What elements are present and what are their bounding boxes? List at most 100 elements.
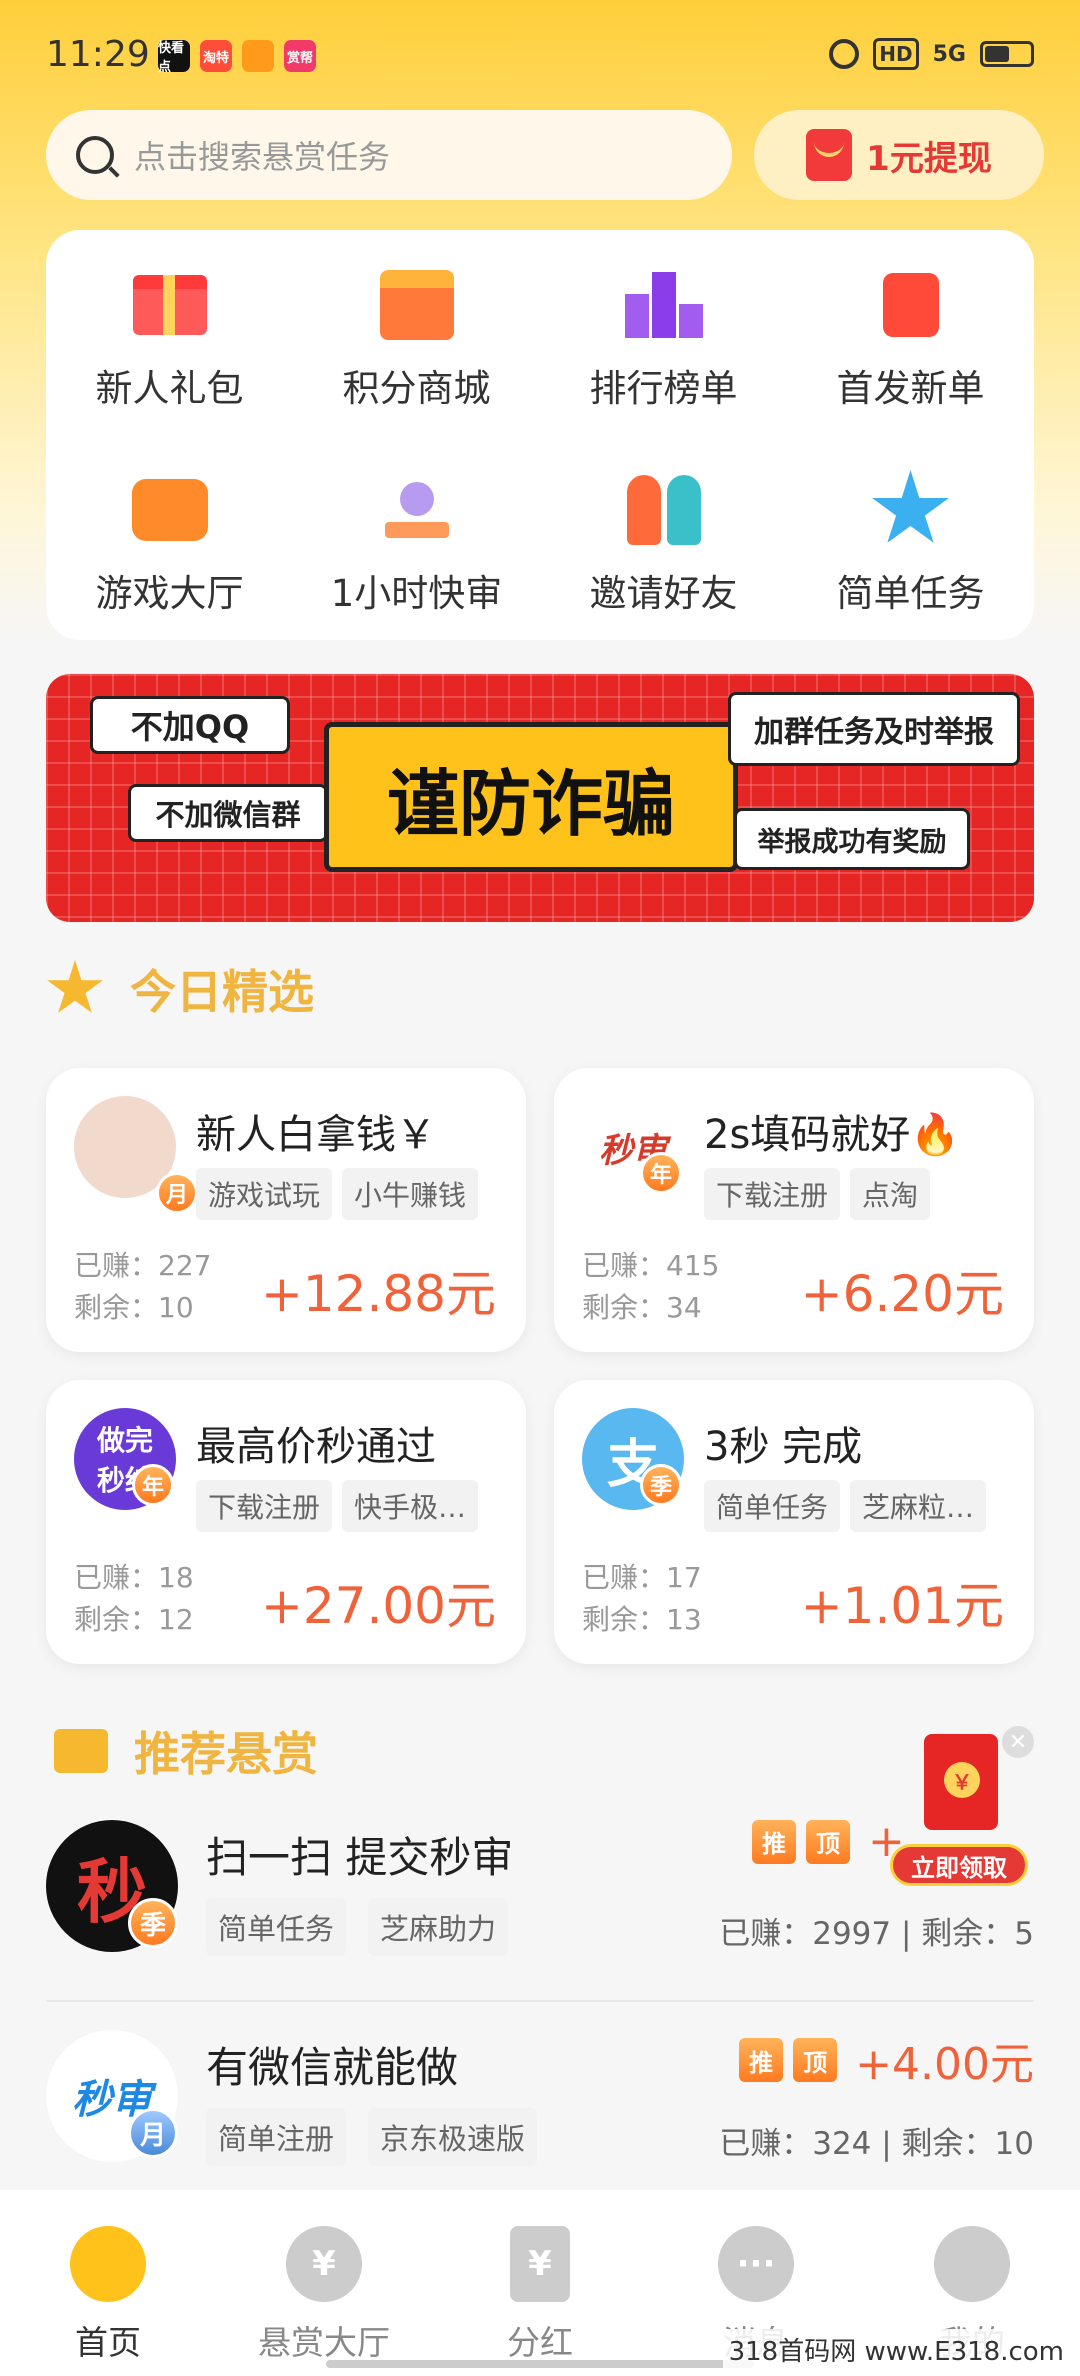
task-card[interactable]: 秒审 年 2s填码就好🔥 下载注册 点淘 已赚：415 剩余：34 +6.20元 [554, 1068, 1034, 1352]
star-icon [47, 960, 103, 1013]
row-stats: 已赚：324 | 剩余：10 [719, 2126, 1034, 2162]
nav-item-home[interactable]: 首页 [18, 2226, 198, 2376]
grid-label: 1小时快审 [330, 572, 503, 615]
grid-label: 简单任务 [836, 572, 985, 615]
podium-icon [619, 260, 709, 350]
tag: 简单注册 [206, 2108, 347, 2166]
section-title: 今日精选 [130, 965, 314, 1019]
card-title: 新人白拿钱￥ [196, 1112, 436, 1158]
nav-label: 首页 [75, 2323, 141, 2362]
flag-icon [54, 1729, 108, 1773]
dividend-icon: ¥ [510, 2226, 570, 2302]
earned-count: 已赚：227 [74, 1249, 212, 1282]
row-title: 扫一扫 提交秒审 [206, 1833, 514, 1882]
status-app-icons: 快看点 淘特 赏帮 [158, 40, 316, 75]
banner-bubble-reward: 举报成功有奖励 [734, 808, 970, 870]
period-badge: 月 [128, 2108, 178, 2158]
grid-item-first-release[interactable]: 首发新单 [787, 260, 1034, 465]
tag: 快手极… [342, 1480, 479, 1532]
withdraw-button[interactable]: 1元提现 [754, 110, 1044, 200]
coin-icon: ￥ [944, 1762, 980, 1798]
watermark: 318首码网 www.E318.com [722, 2329, 1070, 2370]
remaining-count: 剩余：10 [74, 1291, 194, 1324]
nav-item-dividend[interactable]: ¥ 分红 [450, 2226, 630, 2376]
row-title: 有微信就能做 [206, 2043, 459, 2092]
top-pill: 顶 [793, 2038, 838, 2082]
reward-price: +6.20元 [800, 1265, 1004, 1323]
star-face-icon [866, 465, 956, 555]
red-packet-icon [866, 260, 956, 350]
money-bag-icon: ¥ [286, 2226, 362, 2302]
period-badge: 月 [156, 1172, 198, 1214]
app-icon-game [242, 40, 274, 72]
floating-red-packet[interactable]: ￥ ✕ 立即领取 [884, 1726, 1034, 1896]
section-today: 今日精选 [46, 956, 314, 1022]
grid-label: 游戏大厅 [95, 572, 244, 615]
grid-item-points-mall[interactable]: 积分商城 [293, 260, 540, 465]
period-badge: 年 [132, 1464, 174, 1506]
status-time: 11:29 [46, 34, 150, 75]
anti-fraud-banner[interactable]: 不加QQ 不加微信群 谨防诈骗 加群任务及时举报 举报成功有奖励 [46, 674, 1034, 922]
grid-label: 新人礼包 [95, 367, 244, 410]
card-tags: 简单任务 芝麻粒… [704, 1480, 987, 1532]
earned-count: 已赚：17 [582, 1561, 702, 1594]
banner-main-text: 谨防诈骗 [324, 722, 738, 872]
list-item[interactable]: 秒审 月 有微信就能做 简单注册 京东极速版 推 顶 +4.00元 已赚：324… [46, 2022, 1034, 2212]
section-title: 推荐悬赏 [134, 1727, 318, 1781]
signal-5g-icon: 5G [932, 41, 966, 67]
banner-bubble-no-wechat-group: 不加微信群 [128, 784, 328, 842]
grid-label: 邀请好友 [589, 572, 738, 615]
friends-icon [619, 465, 709, 555]
home-indicator[interactable] [326, 2360, 754, 2368]
app-icon-kuaikandian: 快看点 [158, 40, 190, 75]
tag: 下载注册 [196, 1480, 333, 1532]
grid-item-newbie-gift[interactable]: 新人礼包 [46, 260, 293, 465]
earned-count: 已赚：415 [582, 1249, 720, 1282]
grid-item-fast-review[interactable]: 1小时快审 [293, 465, 540, 670]
gamepad-icon [125, 465, 215, 555]
grid-item-game-hall[interactable]: 游戏大厅 [46, 465, 293, 670]
nav-item-reward-hall[interactable]: ¥ 悬赏大厅 [234, 2226, 414, 2376]
grid-item-leaderboard[interactable]: 排行榜单 [540, 260, 787, 465]
battery-icon [980, 41, 1034, 67]
search-placeholder: 点击搜索悬赏任务 [134, 138, 391, 176]
nav-label: 悬赏大厅 [258, 2323, 390, 2362]
tag: 芝麻粒… [850, 1480, 987, 1532]
grid-label: 排行榜单 [589, 367, 738, 410]
message-icon: ··· [718, 2226, 794, 2302]
row-tags: 简单任务 芝麻助力 [206, 1898, 509, 1956]
remaining-count: 剩余：34 [582, 1291, 702, 1324]
tag: 京东极速版 [368, 2108, 538, 2166]
task-card[interactable]: 月 新人白拿钱￥ 游戏试玩 小牛赚钱 已赚：227 剩余：10 +12.88元 [46, 1068, 526, 1352]
period-badge: 季 [128, 1898, 178, 1948]
tag: 游戏试玩 [196, 1168, 333, 1220]
reward-price: +12.88元 [260, 1265, 496, 1323]
earned-count: 已赚：18 [74, 1561, 194, 1594]
hd-icon: HD [873, 38, 919, 70]
banner-bubble-no-qq: 不加QQ [90, 696, 290, 754]
reward-price: +27.00元 [260, 1577, 496, 1635]
stamp-icon [372, 465, 462, 555]
period-badge: 年 [640, 1152, 682, 1194]
card-title: 最高价秒通过 [196, 1424, 436, 1470]
red-envelope-icon [806, 129, 853, 181]
tag: 下载注册 [704, 1168, 841, 1220]
claim-button[interactable]: 立即领取 [890, 1844, 1028, 1886]
section-recommend: 推荐悬赏 [54, 1718, 318, 1784]
search-icon [76, 136, 114, 174]
shop-icon [372, 260, 462, 350]
row-badges: 推 顶 + [752, 1816, 905, 1867]
search-bar[interactable]: 点击搜索悬赏任务 [46, 110, 732, 200]
grid-item-invite-friends[interactable]: 邀请好友 [540, 465, 787, 670]
row-stats: 已赚：2997 | 剩余：5 [719, 1916, 1034, 1952]
reward-price: +4.00元 [855, 2039, 1034, 2090]
close-icon[interactable]: ✕ [1002, 1726, 1034, 1758]
profile-icon [934, 2226, 1010, 2302]
tag: 芝麻助力 [368, 1898, 509, 1956]
app-icon-shangbang: 赏帮 [284, 40, 316, 72]
banner-bubble-report: 加群任务及时举报 [728, 692, 1020, 766]
task-card[interactable]: 做完秒结 年 最高价秒通过 下载注册 快手极… 已赚：18 剩余：12 +27.… [46, 1380, 526, 1664]
grid-item-simple-task[interactable]: 简单任务 [787, 465, 1034, 670]
task-card[interactable]: 支 季 3秒 完成 简单任务 芝麻粒… 已赚：17 剩余：13 +1.01元 [554, 1380, 1034, 1664]
card-title: 3秒 完成 [704, 1424, 863, 1470]
